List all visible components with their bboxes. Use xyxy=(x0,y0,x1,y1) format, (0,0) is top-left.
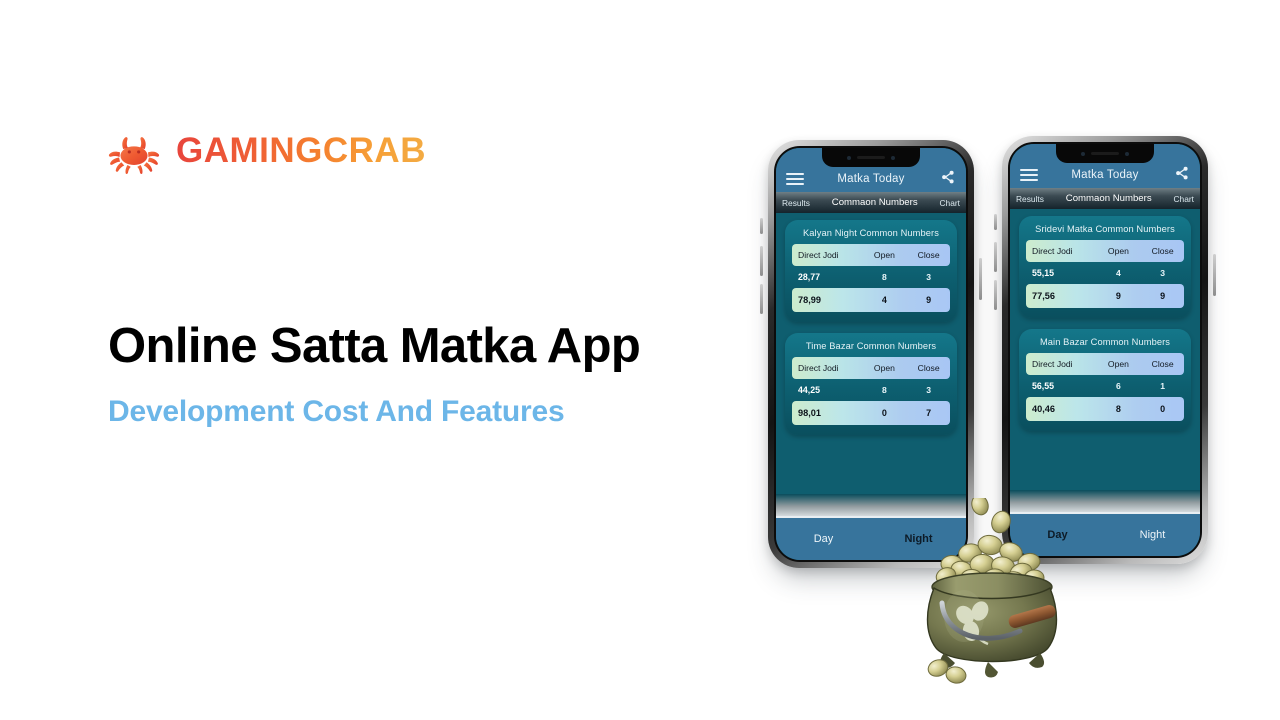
phone-screen-2: Matka Today Results Commaon Numbers Char… xyxy=(1008,142,1202,558)
phone-volume-down-button xyxy=(760,284,763,314)
tab-chart[interactable]: Chart xyxy=(940,198,960,208)
phone-mute-switch xyxy=(994,214,997,230)
phone-volume-up-button xyxy=(994,242,997,272)
column-header-jodi: Direct Jodi xyxy=(1032,246,1073,256)
column-header-close: Close xyxy=(917,250,940,260)
cell-jodi: 44,25 xyxy=(798,385,821,395)
brand-name: GAMINGCRAB xyxy=(176,131,426,170)
app-title: Matka Today xyxy=(837,173,905,185)
cell-jodi: 55,15 xyxy=(1032,268,1055,278)
column-header-close: Close xyxy=(917,363,940,373)
table-row: 56,55 6 1 xyxy=(1026,375,1184,397)
market-card[interactable]: Time Bazar Common Numbers Direct Jodi Op… xyxy=(785,333,957,435)
cell-close: 1 xyxy=(1160,381,1166,391)
hamburger-icon[interactable] xyxy=(786,173,804,185)
cell-jodi: 28,77 xyxy=(798,272,821,282)
market-card-title: Sridevi Matka Common Numbers xyxy=(1035,224,1175,234)
phone-volume-up-button xyxy=(760,246,763,276)
tab-results[interactable]: Results xyxy=(782,198,810,208)
cell-jodi: 77,56 xyxy=(1032,291,1055,301)
results-list: Sridevi Matka Common Numbers Direct Jodi… xyxy=(1010,209,1200,490)
app-title: Matka Today xyxy=(1071,169,1139,181)
tab-bar: Results Commaon Numbers Chart xyxy=(1010,188,1200,209)
tab-chart[interactable]: Chart xyxy=(1174,194,1194,204)
market-card[interactable]: Kalyan Night Common Numbers Direct Jodi … xyxy=(785,220,957,322)
column-header-close: Close xyxy=(1151,359,1174,369)
cell-close: 3 xyxy=(926,385,932,395)
column-header-open: Open xyxy=(1107,359,1129,369)
bottom-nav-day[interactable]: Day xyxy=(776,533,871,545)
crab-icon xyxy=(108,137,160,174)
brand-logo: GAMINGCRAB xyxy=(106,126,426,176)
cell-jodi: 78,99 xyxy=(798,295,821,305)
front-camera-icon xyxy=(1081,151,1085,156)
cell-open: 8 xyxy=(882,385,887,395)
column-header-open: Open xyxy=(873,363,895,373)
column-header-open: Open xyxy=(1107,246,1129,256)
cell-close: 3 xyxy=(926,272,932,282)
tab-bar: Results Commaon Numbers Chart xyxy=(776,192,966,213)
front-camera-icon xyxy=(847,155,851,160)
cell-close: 3 xyxy=(1160,268,1166,278)
share-icon[interactable] xyxy=(940,169,956,185)
market-card-title: Main Bazar Common Numbers xyxy=(1039,337,1171,347)
cell-close: 9 xyxy=(926,295,932,305)
cell-close: 0 xyxy=(1160,404,1166,414)
tab-common-numbers[interactable]: Commaon Numbers xyxy=(1066,193,1152,204)
phone-power-button xyxy=(979,258,982,300)
proximity-sensor-icon xyxy=(1125,151,1129,156)
earpiece-speaker xyxy=(857,156,885,159)
column-header-open: Open xyxy=(873,250,895,260)
table-row: 28,77 8 3 xyxy=(792,266,950,288)
proximity-sensor-icon xyxy=(891,155,895,160)
cell-open: 0 xyxy=(881,408,887,418)
column-header-jodi: Direct Jodi xyxy=(1032,359,1073,369)
table-header-row: Direct Jodi Open Close xyxy=(1026,353,1184,375)
cell-open: 6 xyxy=(1116,381,1121,391)
market-card[interactable]: Main Bazar Common Numbers Direct Jodi Op… xyxy=(1019,329,1191,431)
cell-open: 9 xyxy=(1115,291,1121,301)
tab-results[interactable]: Results xyxy=(1016,194,1044,204)
slide-canvas: GAMINGCRAB Online Satta Matka App Develo… xyxy=(0,0,1280,720)
cell-open: 4 xyxy=(1116,268,1121,278)
column-header-close: Close xyxy=(1151,246,1174,256)
table-row: 40,46 8 0 xyxy=(1026,397,1184,421)
table-row: 55,15 4 3 xyxy=(1026,262,1184,284)
page-title: Online Satta Matka App xyxy=(108,319,641,373)
phone-notch xyxy=(822,148,920,167)
market-card-title: Kalyan Night Common Numbers xyxy=(802,228,939,238)
table-header-row: Direct Jodi Open Close xyxy=(792,244,950,266)
results-list: Kalyan Night Common Numbers Direct Jodi … xyxy=(776,213,966,494)
earpiece-speaker xyxy=(1091,152,1119,155)
cell-open: 4 xyxy=(881,295,887,305)
table-header-row: Direct Jodi Open Close xyxy=(1026,240,1184,262)
table-row: 44,25 8 3 xyxy=(792,379,950,401)
cell-jodi: 98,01 xyxy=(798,408,821,418)
market-card-title: Time Bazar Common Numbers xyxy=(805,341,937,351)
table-row: 77,56 9 9 xyxy=(1026,284,1184,308)
cell-close: 7 xyxy=(926,408,932,418)
market-card[interactable]: Sridevi Matka Common Numbers Direct Jodi… xyxy=(1019,216,1191,318)
cell-close: 9 xyxy=(1160,291,1166,301)
cell-open: 8 xyxy=(1115,404,1121,414)
share-icon[interactable] xyxy=(1174,165,1190,181)
phone-mute-switch xyxy=(760,218,763,234)
hamburger-icon[interactable] xyxy=(1020,169,1038,181)
cell-jodi: 56,55 xyxy=(1032,381,1055,391)
column-header-jodi: Direct Jodi xyxy=(798,363,839,373)
cell-jodi: 40,46 xyxy=(1032,404,1055,414)
cell-open: 8 xyxy=(882,272,887,282)
phone-volume-down-button xyxy=(994,280,997,310)
phone-notch xyxy=(1056,144,1154,163)
column-header-jodi: Direct Jodi xyxy=(798,250,839,260)
table-row: 98,01 0 7 xyxy=(792,401,950,425)
table-header-row: Direct Jodi Open Close xyxy=(792,357,950,379)
page-subtitle: Development Cost And Features xyxy=(108,395,565,428)
tab-common-numbers[interactable]: Commaon Numbers xyxy=(832,197,918,208)
phone-power-button xyxy=(1213,254,1216,296)
bottom-nav-night[interactable]: Night xyxy=(1105,529,1200,541)
app-screen: Matka Today Results Commaon Numbers Char… xyxy=(1010,144,1200,556)
table-row: 78,99 4 9 xyxy=(792,288,950,312)
pot-of-gold-icon xyxy=(908,498,1076,684)
